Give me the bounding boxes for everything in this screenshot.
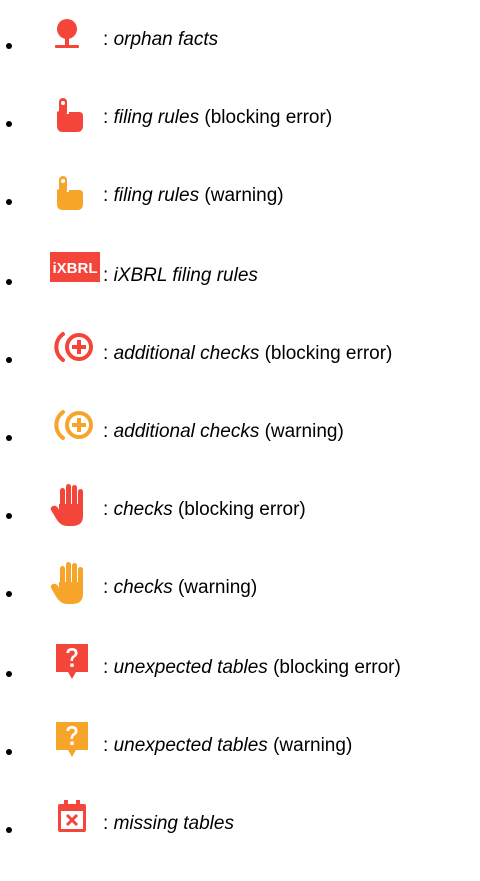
bullet (6, 435, 12, 441)
legend-item-unexpected-tables-blocking: : unexpected tables (blocking error) (0, 644, 480, 696)
legend-item-checks-warning: : checks (warning) (0, 562, 480, 616)
bullet (6, 279, 12, 285)
additional-check-icon (52, 330, 96, 364)
legend-item-ixbrl-filing-rules: iXBRL : iXBRL filing rules (0, 252, 480, 304)
svg-text:iXBRL: iXBRL (53, 260, 98, 277)
bullet (6, 671, 12, 677)
legend-qualifier: (warning) (177, 577, 258, 598)
legend-qualifier: (warning) (204, 185, 284, 206)
bullet (6, 121, 12, 127)
legend-term: iXBRL filing rules (113, 265, 258, 286)
legend-qualifier: (blocking error) (177, 499, 306, 520)
legend-text: : missing tables (103, 813, 234, 834)
bullet (6, 513, 12, 519)
legend-qualifier: (warning) (264, 421, 344, 442)
pointing-hand-icon (52, 96, 86, 134)
legend-text: : iXBRL filing rules (103, 265, 258, 286)
orphan-pin-icon (52, 18, 82, 52)
additional-check-icon (52, 408, 96, 442)
legend-item-unexpected-tables-warning: : unexpected tables (warning) (0, 722, 480, 774)
bullet (6, 749, 12, 755)
question-badge-icon (54, 720, 90, 760)
legend-term: filing rules (113, 185, 200, 206)
bullet (6, 827, 12, 833)
legend-item-additional-checks-warning: : additional checks (warning) (0, 410, 480, 460)
legend-text: : additional checks (blocking error) (103, 343, 393, 364)
bullet (6, 591, 12, 597)
legend-item-orphan-facts: : orphan facts (0, 18, 480, 68)
bullet (6, 43, 12, 49)
legend-text: : filing rules (blocking error) (103, 107, 333, 128)
legend-text: : orphan facts (103, 29, 219, 50)
ixbrl-badge-icon: iXBRL (50, 252, 100, 282)
legend-item-missing-tables: : missing tables (0, 800, 480, 852)
legend-text: : checks (warning) (103, 577, 258, 598)
bullet (6, 199, 12, 205)
legend-item-filing-rules-warning: : filing rules (warning) (0, 174, 480, 224)
legend-term: checks (113, 499, 173, 520)
legend-term: filing rules (113, 107, 200, 128)
legend-term: checks (113, 577, 173, 598)
legend-item-additional-checks-blocking: : additional checks (blocking error) (0, 332, 480, 382)
bullet (6, 357, 12, 363)
legend-text: : unexpected tables (blocking error) (103, 657, 401, 678)
legend-text: : checks (blocking error) (103, 499, 306, 520)
question-badge-icon (54, 642, 90, 682)
legend-term: orphan facts (113, 29, 219, 50)
legend-term: missing tables (113, 813, 234, 834)
legend-term: unexpected tables (113, 657, 268, 678)
legend-qualifier: (blocking error) (273, 657, 401, 678)
legend-qualifier: (blocking error) (264, 343, 393, 364)
legend-item-filing-rules-blocking: : filing rules (blocking error) (0, 96, 480, 146)
legend-term: unexpected tables (113, 735, 268, 756)
legend-text: : unexpected tables (warning) (103, 735, 353, 756)
pointing-hand-icon (52, 174, 86, 212)
legend-qualifier: (blocking error) (204, 107, 333, 128)
stop-hand-icon (50, 560, 94, 606)
legend-text: : additional checks (warning) (103, 421, 344, 442)
missing-calendar-icon (56, 800, 88, 834)
stop-hand-icon (50, 482, 94, 528)
legend-item-checks-blocking: : checks (blocking error) (0, 484, 480, 538)
legend-qualifier: (warning) (273, 735, 353, 756)
legend-term: additional checks (113, 343, 260, 364)
legend-term: additional checks (113, 421, 260, 442)
legend-text: : filing rules (warning) (103, 185, 284, 206)
